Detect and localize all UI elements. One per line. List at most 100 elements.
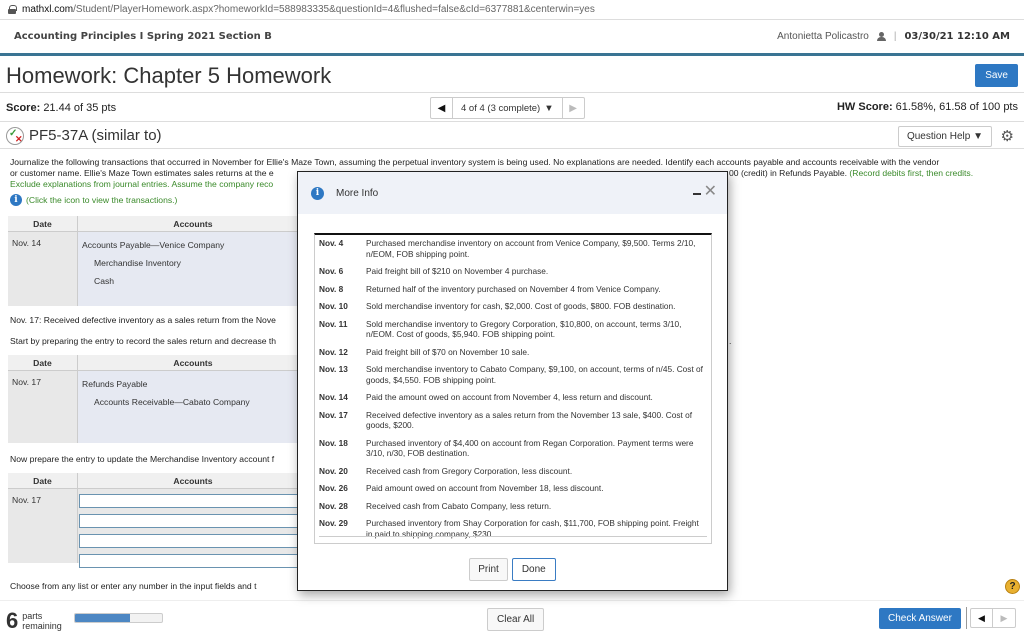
parts-count: 6 — [6, 608, 19, 633]
nov17-description: Nov. 17: Received defective inventory as… — [10, 315, 276, 325]
score: Score: 21.44 of 35 pts — [6, 102, 116, 114]
next-question-button[interactable]: ▶ — [993, 609, 1015, 627]
bottom-question-nav: ◀ ▶ — [970, 608, 1016, 628]
transaction-date: Nov. 17 — [319, 409, 348, 420]
gear-icon[interactable]: ⚙ — [1001, 127, 1014, 145]
account-line: Accounts Payable—Venice Company — [82, 240, 225, 250]
transaction-text: Purchased inventory of $4,400 on account… — [366, 437, 694, 459]
transaction-row: Nov. 4 Purchased merchandise inventory on… — [315, 237, 711, 259]
parts-label-2: remaining — [22, 621, 62, 631]
url-path: /Student/PlayerHomework.aspx?homeworkId=… — [73, 4, 595, 15]
done-button[interactable]: Done — [511, 558, 556, 581]
clear-all-button[interactable]: Clear All — [487, 608, 545, 631]
transaction-text: Paid freight bill of $70 on November 10 … — [366, 346, 530, 357]
question-navigator: ◀ 4 of 4 (3 complete) ▼ ▶ — [430, 97, 585, 119]
close-icon[interactable]: ✕ — [704, 181, 717, 201]
dialog-header[interactable]: i More Info ✕ — [298, 172, 727, 214]
transaction-text: Sold merchandise inventory to Gregory Co… — [366, 318, 682, 340]
user-area: Antonietta Policastro | 03/30/21 12:10 A… — [777, 31, 1010, 42]
account-input[interactable] — [79, 514, 309, 528]
homework-header: Homework: Chapter 5 Homework Save — [0, 59, 1024, 93]
transaction-date: Nov. 26 — [319, 483, 348, 493]
transaction-text: Purchased merchandise inventory on accou… — [366, 238, 696, 259]
date-header: Date — [8, 473, 78, 488]
choose-instruction: Choose from any list or enter any number… — [10, 581, 257, 591]
dropdown-triangle-icon: ▼ — [544, 102, 554, 114]
page-title: Homework: Chapter 5 Homework — [6, 62, 332, 88]
next-question-button[interactable]: ▶ — [561, 98, 584, 118]
bottom-rule — [319, 536, 707, 537]
save-button[interactable]: Save — [975, 64, 1018, 87]
help-icon[interactable]: ? — [1005, 579, 1020, 594]
lock-icon — [8, 5, 17, 14]
nav-divider — [966, 607, 967, 629]
accounts-header: Accounts — [173, 357, 213, 368]
transaction-row: Nov. 6 Paid freight bill of $210 on Novem… — [315, 265, 711, 277]
instructions-line-2b-wrap: 00 (credit) in Refunds Payable. (Record … — [729, 168, 973, 179]
parts-label: parts remaining — [22, 611, 62, 631]
previous-question-button[interactable]: ◀ — [431, 98, 453, 118]
account-input[interactable] — [79, 554, 309, 568]
course-bar: Accounting Principles I Spring 2021 Sect… — [0, 20, 1024, 56]
question-select[interactable]: 4 of 4 (3 complete) ▼ — [453, 98, 562, 118]
question-help-button[interactable]: Question Help ▼ — [897, 126, 992, 147]
score-label: Score: — [6, 101, 41, 114]
transaction-date: Nov. 10 — [319, 301, 348, 311]
triangle-right-icon: ▶ — [1000, 612, 1008, 623]
score-row: Score: 21.44 of 35 pts ◀ 4 of 4 (3 compl… — [0, 94, 1024, 122]
dropdown-triangle-icon: ▼ — [973, 131, 983, 142]
transaction-date: Nov. 28 — [319, 500, 348, 511]
address-bar[interactable]: mathxl.com/Student/PlayerHomework.aspx?h… — [0, 0, 1024, 20]
parts-remaining: 6 parts remaining — [6, 608, 62, 634]
date-header: Date — [8, 216, 78, 231]
entry-date: Nov. 14 — [8, 232, 78, 306]
transaction-date: Nov. 14 — [319, 392, 348, 402]
start-instruction: Start by preparing the entry to record t… — [10, 336, 277, 346]
transaction-row: Nov. 13 Sold merchandise inventory to Cab… — [315, 363, 711, 385]
table-row: Nov. 17 Refunds Payable Accounts Receiva… — [8, 371, 308, 443]
user-name[interactable]: Antonietta Policastro — [777, 31, 869, 42]
instructions-line-2a: or customer name. Ellie's Maze Town esti… — [10, 168, 274, 178]
table-row: Nov. 14 Accounts Payable—Venice Company … — [8, 232, 308, 306]
info-icon[interactable]: i — [10, 194, 22, 206]
score-value: 21.44 of 35 pts — [43, 101, 117, 114]
instructions-line-1: Journalize the following transactions th… — [10, 157, 940, 167]
dialog-title: More Info — [336, 187, 379, 199]
triangle-left-icon: ◀ — [978, 612, 985, 623]
account-line: Refunds Payable — [82, 379, 148, 389]
question-row: ✓ ✕ PF5-37A (similar to) Question Help ▼ … — [0, 123, 1024, 149]
check-answer-button[interactable]: Check Answer — [879, 608, 961, 629]
question-help-label: Question Help — [906, 131, 971, 142]
table-header: Date Accounts — [8, 355, 308, 371]
table-header: Date Accounts — [8, 216, 308, 232]
account-input[interactable] — [79, 534, 309, 548]
course-title: Accounting Principles I Spring 2021 Sect… — [14, 31, 272, 42]
transaction-row: Nov. 12 Paid freight bill of $70 on Novem… — [315, 346, 711, 358]
transaction-row: Nov. 28 Received cash from Cabato Company… — [315, 500, 711, 512]
transaction-row: Nov. 8 Returned half of the inventory pur… — [315, 283, 711, 295]
transaction-row: Nov. 20 Received cash from Gregory Corpor… — [315, 465, 711, 477]
now-prepare-instruction: Now prepare the entry to update the Merc… — [10, 454, 275, 464]
user-icon[interactable] — [876, 32, 886, 41]
entry-date: Nov. 17 — [8, 371, 78, 443]
instructions-line-2b: 00 (credit) in Refunds Payable. — [729, 168, 847, 178]
transaction-date: Nov. 8 — [319, 283, 344, 294]
triangle-left-icon: ◀ — [437, 102, 446, 114]
transaction-text: Received cash from Cabato Company, less … — [366, 500, 552, 511]
previous-question-button[interactable]: ◀ — [971, 609, 993, 627]
progress-fill — [75, 614, 130, 622]
hw-score-label: HW Score: — [836, 101, 893, 113]
transaction-row: Nov. 14 Paid the amount owed on account f… — [315, 391, 711, 403]
transaction-date: Nov. 4 — [319, 238, 344, 248]
minimize-icon[interactable] — [693, 193, 701, 195]
transaction-date: Nov. 6 — [319, 266, 344, 276]
date-header: Date — [8, 355, 78, 370]
info-icon: i — [311, 186, 324, 200]
transactions-info-link[interactable]: i (Click the icon to view the transactio… — [10, 194, 177, 206]
account-input[interactable] — [79, 494, 309, 508]
print-button[interactable]: Print — [469, 558, 508, 581]
transaction-date: Nov. 11 — [319, 318, 348, 329]
parts-progress-bar — [74, 613, 163, 623]
transaction-text: Paid freight bill of $210 on November 4 … — [366, 266, 549, 276]
transaction-text: Received cash from Gregory Corporation, … — [366, 465, 573, 476]
